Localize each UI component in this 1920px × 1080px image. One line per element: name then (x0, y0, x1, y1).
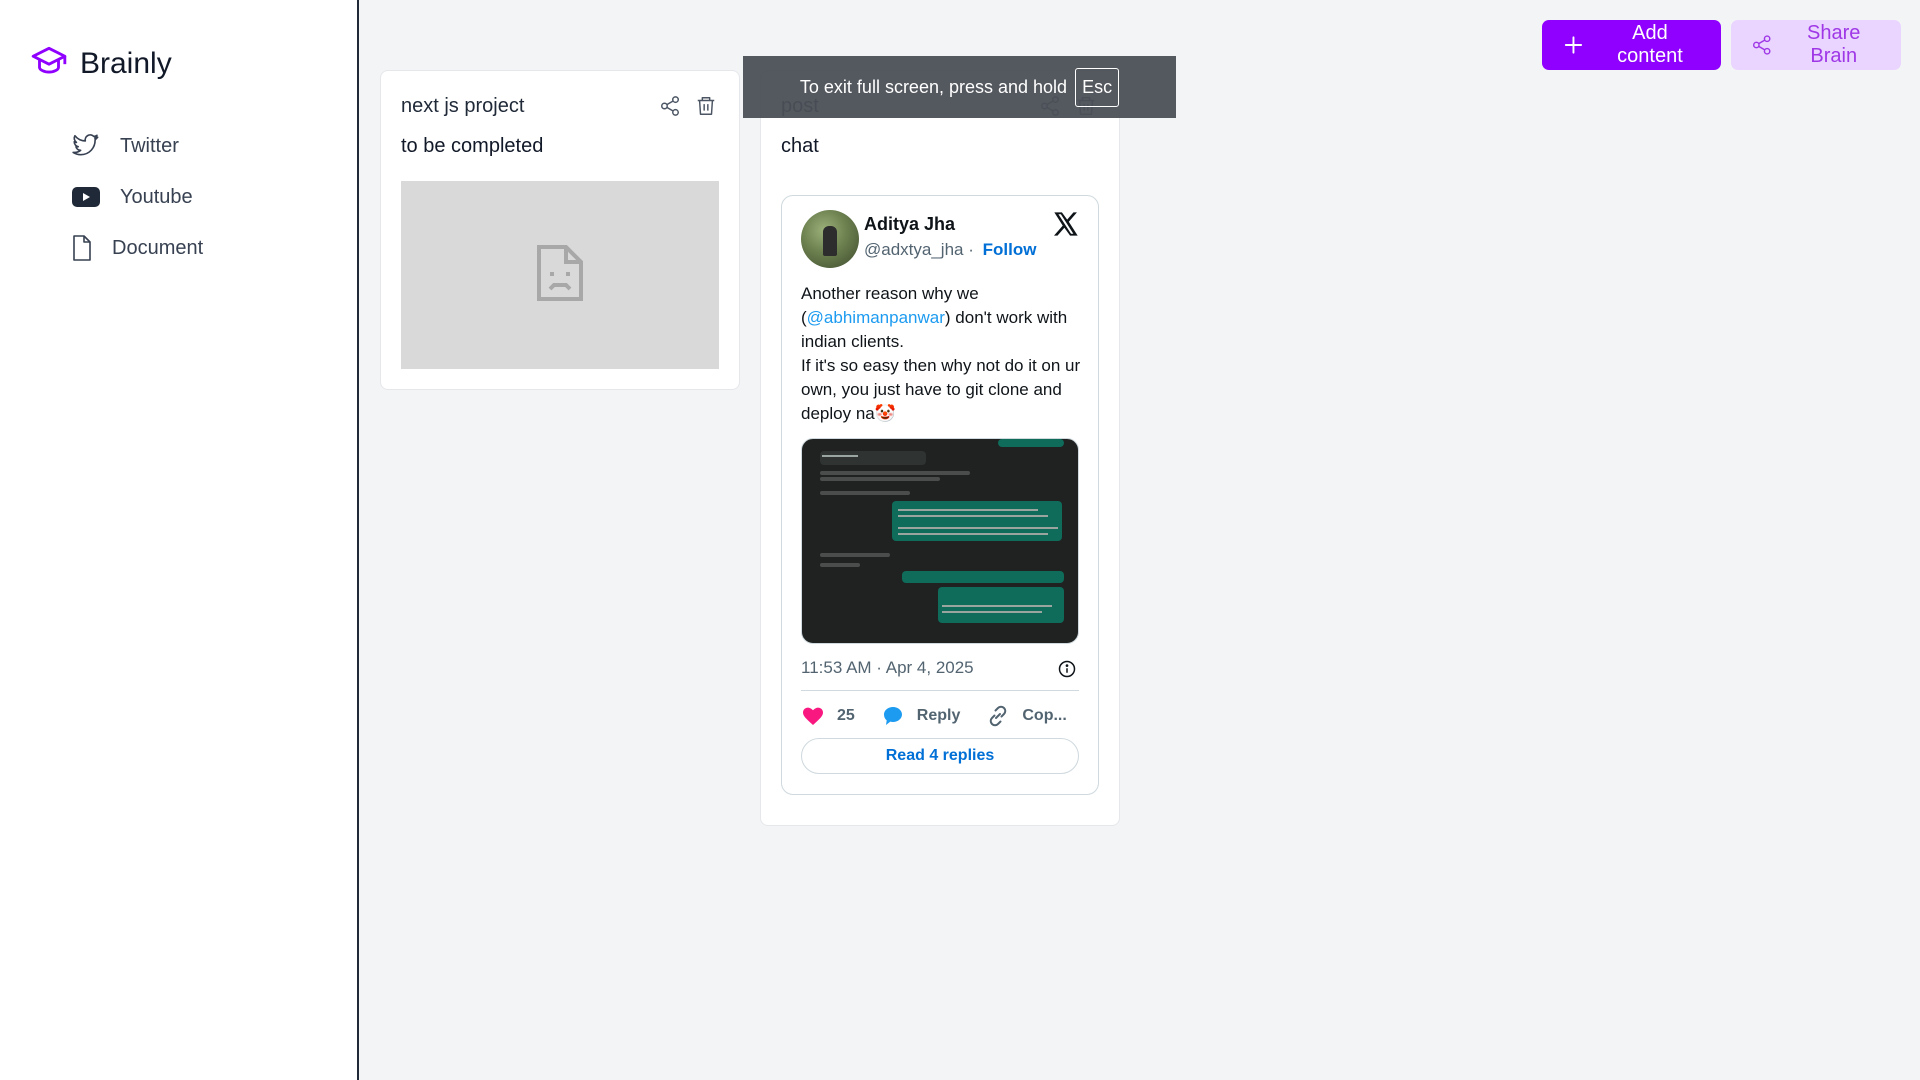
sidebar-item-youtube[interactable]: Youtube (70, 181, 193, 213)
copy-link-label: Cop... (1022, 707, 1067, 724)
sidebar: Brainly Twitter Youtube Document (0, 0, 359, 1080)
twitter-icon (70, 130, 102, 162)
brand-name: Brainly (80, 46, 172, 80)
tweet-text-line: Another reason why we (801, 284, 979, 303)
card-title: next js project (401, 95, 525, 117)
tweet-timestamp[interactable]: 11:53 AM · Apr 4, 2025 (801, 658, 974, 678)
tweet-actions: 25 Reply Cop... (801, 704, 1079, 728)
comment-icon (883, 707, 902, 725)
read-replies-label: Read 4 replies (885, 747, 995, 764)
content-card: next js project to be completed (380, 70, 740, 390)
divider (801, 690, 1079, 691)
follow-link[interactable]: Follow (983, 240, 1037, 259)
read-replies-button[interactable]: Read 4 replies (801, 738, 1079, 774)
toast-message: To exit full screen, press and hold (799, 76, 1068, 97)
card-description: chat (781, 135, 819, 157)
youtube-icon (70, 181, 102, 213)
x-logo-icon[interactable] (1052, 210, 1080, 238)
sidebar-item-label: Document (112, 236, 204, 259)
avatar[interactable] (801, 210, 859, 268)
tweet-media-image[interactable] (801, 438, 1079, 644)
reply-label: Reply (916, 707, 961, 724)
copy-link-button[interactable]: Cop... (986, 704, 1067, 728)
link-icon (990, 705, 1007, 727)
tweet-text-line: If it's so easy then why not do it on ur… (801, 356, 1081, 423)
sidebar-item-twitter[interactable]: Twitter (70, 130, 179, 162)
tweet-separator: · (968, 240, 974, 259)
reply-button[interactable]: Reply (881, 704, 961, 728)
add-content-label: Add content (1617, 22, 1683, 67)
share-icon[interactable] (657, 93, 683, 119)
tweet-author-name[interactable]: Aditya Jha (864, 214, 955, 235)
tweet-handle-row: @adxtya_jha · Follow (864, 240, 1036, 260)
brand[interactable]: Brainly (30, 42, 172, 85)
content-card: post chat Aditya Jha @adxtya_jha · Follo… (760, 70, 1120, 826)
sidebar-item-label: Twitter (120, 134, 179, 157)
share-brain-button[interactable]: Share Brain (1731, 20, 1901, 70)
fullscreen-exit-toast: To exit full screen, press and hold Esc (743, 56, 1176, 118)
embed-placeholder (401, 181, 719, 369)
info-icon[interactable] (1058, 660, 1076, 678)
tweet-embed[interactable]: Aditya Jha @adxtya_jha · Follow Another … (781, 195, 1099, 795)
share-icon (1752, 35, 1771, 55)
heart-icon (803, 707, 823, 725)
sidebar-item-label: Youtube (120, 185, 193, 208)
card-description: to be completed (401, 135, 544, 157)
like-button[interactable]: 25 (801, 704, 855, 728)
tweet-handle[interactable]: @adxtya_jha (864, 240, 964, 259)
like-count: 25 (837, 707, 855, 724)
trash-icon[interactable] (693, 93, 719, 119)
document-icon (70, 232, 94, 264)
card-actions (657, 93, 719, 119)
plus-icon (1564, 36, 1583, 54)
esc-key-badge: Esc (1075, 67, 1120, 107)
broken-embed-icon (536, 244, 584, 307)
sidebar-item-document[interactable]: Document (70, 232, 203, 264)
graduation-cap-icon (30, 42, 68, 85)
tweet-text: Another reason why we (@abhimanpanwar) d… (801, 282, 1091, 426)
share-brain-label: Share Brain (1807, 22, 1861, 67)
tweet-mention-link[interactable]: @abhimanpanwar (807, 308, 945, 327)
add-content-button[interactable]: Add content (1542, 20, 1721, 70)
